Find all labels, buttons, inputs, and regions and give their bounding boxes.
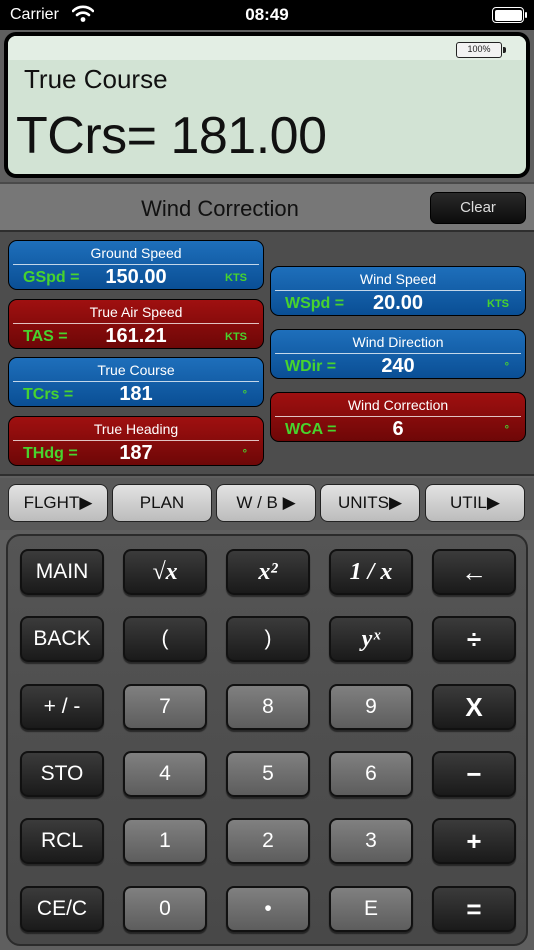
battery-icon — [492, 7, 527, 23]
backspace-key[interactable]: ← — [432, 549, 516, 595]
digit-6-key[interactable]: 6 — [329, 751, 413, 797]
lcd-display: 100% True Course TCrs= 181.00 — [8, 36, 526, 174]
square-key[interactable]: x² — [226, 549, 310, 595]
power-key[interactable]: yˣ — [329, 616, 413, 662]
display-title: True Course — [24, 64, 168, 94]
divide-key[interactable]: ÷ — [432, 616, 516, 662]
clear-entry-key[interactable]: CE/C — [20, 886, 104, 932]
digit-1-key[interactable]: 1 — [123, 818, 207, 864]
display-battery-icon: 100% — [456, 42, 506, 58]
digit-4-key[interactable]: 4 — [123, 751, 207, 797]
field-value: 240 — [381, 355, 415, 377]
main-key[interactable]: MAIN — [20, 549, 104, 595]
reciprocal-key[interactable]: 1 / x — [329, 549, 413, 595]
plus-minus-key[interactable]: + / - — [20, 684, 104, 730]
field-unit: KTS — [225, 331, 247, 343]
field-title: True Heading — [93, 421, 179, 437]
section-title: Wind Correction — [141, 196, 299, 221]
field-value: 181 — [119, 383, 153, 405]
display-frame: 100% True Course TCrs= 181.00 — [4, 32, 530, 178]
status-bar: Carrier 08:49 — [0, 0, 534, 30]
field-title: Ground Speed — [90, 245, 182, 261]
units-button[interactable]: UNITS▶ — [320, 484, 420, 522]
decimal-point-key[interactable]: • — [226, 886, 310, 932]
sqrt-key[interactable]: √x — [123, 549, 207, 595]
field-unit: ° — [242, 448, 247, 460]
field-unit: ° — [242, 389, 247, 401]
field-value: 6 — [392, 418, 404, 440]
field-title: True Course — [97, 362, 175, 378]
plus-key[interactable]: + — [432, 818, 516, 864]
wind-correction-fields: Ground Speed GSpd = 150.00 KTS True Air … — [0, 230, 534, 476]
store-key[interactable]: STO — [20, 751, 104, 797]
field-title: True Air Speed — [89, 304, 183, 320]
flight-button[interactable]: FLGHT▶ — [8, 484, 108, 522]
clock: 08:49 — [245, 5, 289, 24]
section-header: Wind Correction Clear — [0, 182, 534, 230]
back-key[interactable]: BACK — [20, 616, 104, 662]
left-paren-key[interactable]: ( — [123, 616, 207, 662]
field-unit: KTS — [225, 272, 247, 284]
wind-direction-field[interactable]: Wind Direction WDir = 240 ° — [270, 329, 526, 379]
field-title: Wind Correction — [347, 397, 449, 413]
weight-balance-button[interactable]: W / B ▶ — [216, 484, 316, 522]
field-unit: ° — [504, 424, 509, 436]
field-title: Wind Direction — [352, 334, 444, 350]
digit-0-key[interactable]: 0 — [123, 886, 207, 932]
plan-button[interactable]: PLAN — [112, 484, 212, 522]
exponent-key[interactable]: E — [329, 886, 413, 932]
true-heading-field[interactable]: True Heading THdg = 187 ° — [8, 416, 264, 466]
digit-8-key[interactable]: 8 — [226, 684, 310, 730]
true-air-speed-field[interactable]: True Air Speed TAS = 161.21 KTS — [8, 299, 264, 349]
equals-key[interactable]: = — [432, 886, 516, 932]
mode-nav: FLGHT▶ PLAN W / B ▶ UNITS▶ UTIL▶ — [0, 478, 534, 530]
right-paren-key[interactable]: ) — [226, 616, 310, 662]
digit-9-key[interactable]: 9 — [329, 684, 413, 730]
clear-button[interactable]: Clear — [430, 192, 526, 224]
field-value: 187 — [119, 442, 153, 464]
display-value: TCrs= 181.00 — [16, 107, 327, 165]
recall-key[interactable]: RCL — [20, 818, 104, 864]
multiply-key[interactable]: X — [432, 684, 516, 730]
digit-7-key[interactable]: 7 — [123, 684, 207, 730]
true-course-field[interactable]: True Course TCrs = 181 ° — [8, 357, 264, 407]
digit-5-key[interactable]: 5 — [226, 751, 310, 797]
wind-correction-field[interactable]: Wind Correction WCA = 6 ° — [270, 392, 526, 442]
digit-3-key[interactable]: 3 — [329, 818, 413, 864]
ground-speed-field[interactable]: Ground Speed GSpd = 150.00 KTS — [8, 240, 264, 290]
field-unit: ° — [504, 361, 509, 373]
util-button[interactable]: UTIL▶ — [425, 484, 525, 522]
field-title: Wind Speed — [359, 271, 437, 287]
digit-2-key[interactable]: 2 — [226, 818, 310, 864]
field-unit: KTS — [487, 298, 509, 310]
wind-speed-field[interactable]: Wind Speed WSpd = 20.00 KTS — [270, 266, 526, 316]
keypad: MAIN √x x² 1 / x ← BACK ( ) yˣ ÷ + / - 7… — [6, 534, 528, 946]
minus-key[interactable]: − — [432, 751, 516, 797]
